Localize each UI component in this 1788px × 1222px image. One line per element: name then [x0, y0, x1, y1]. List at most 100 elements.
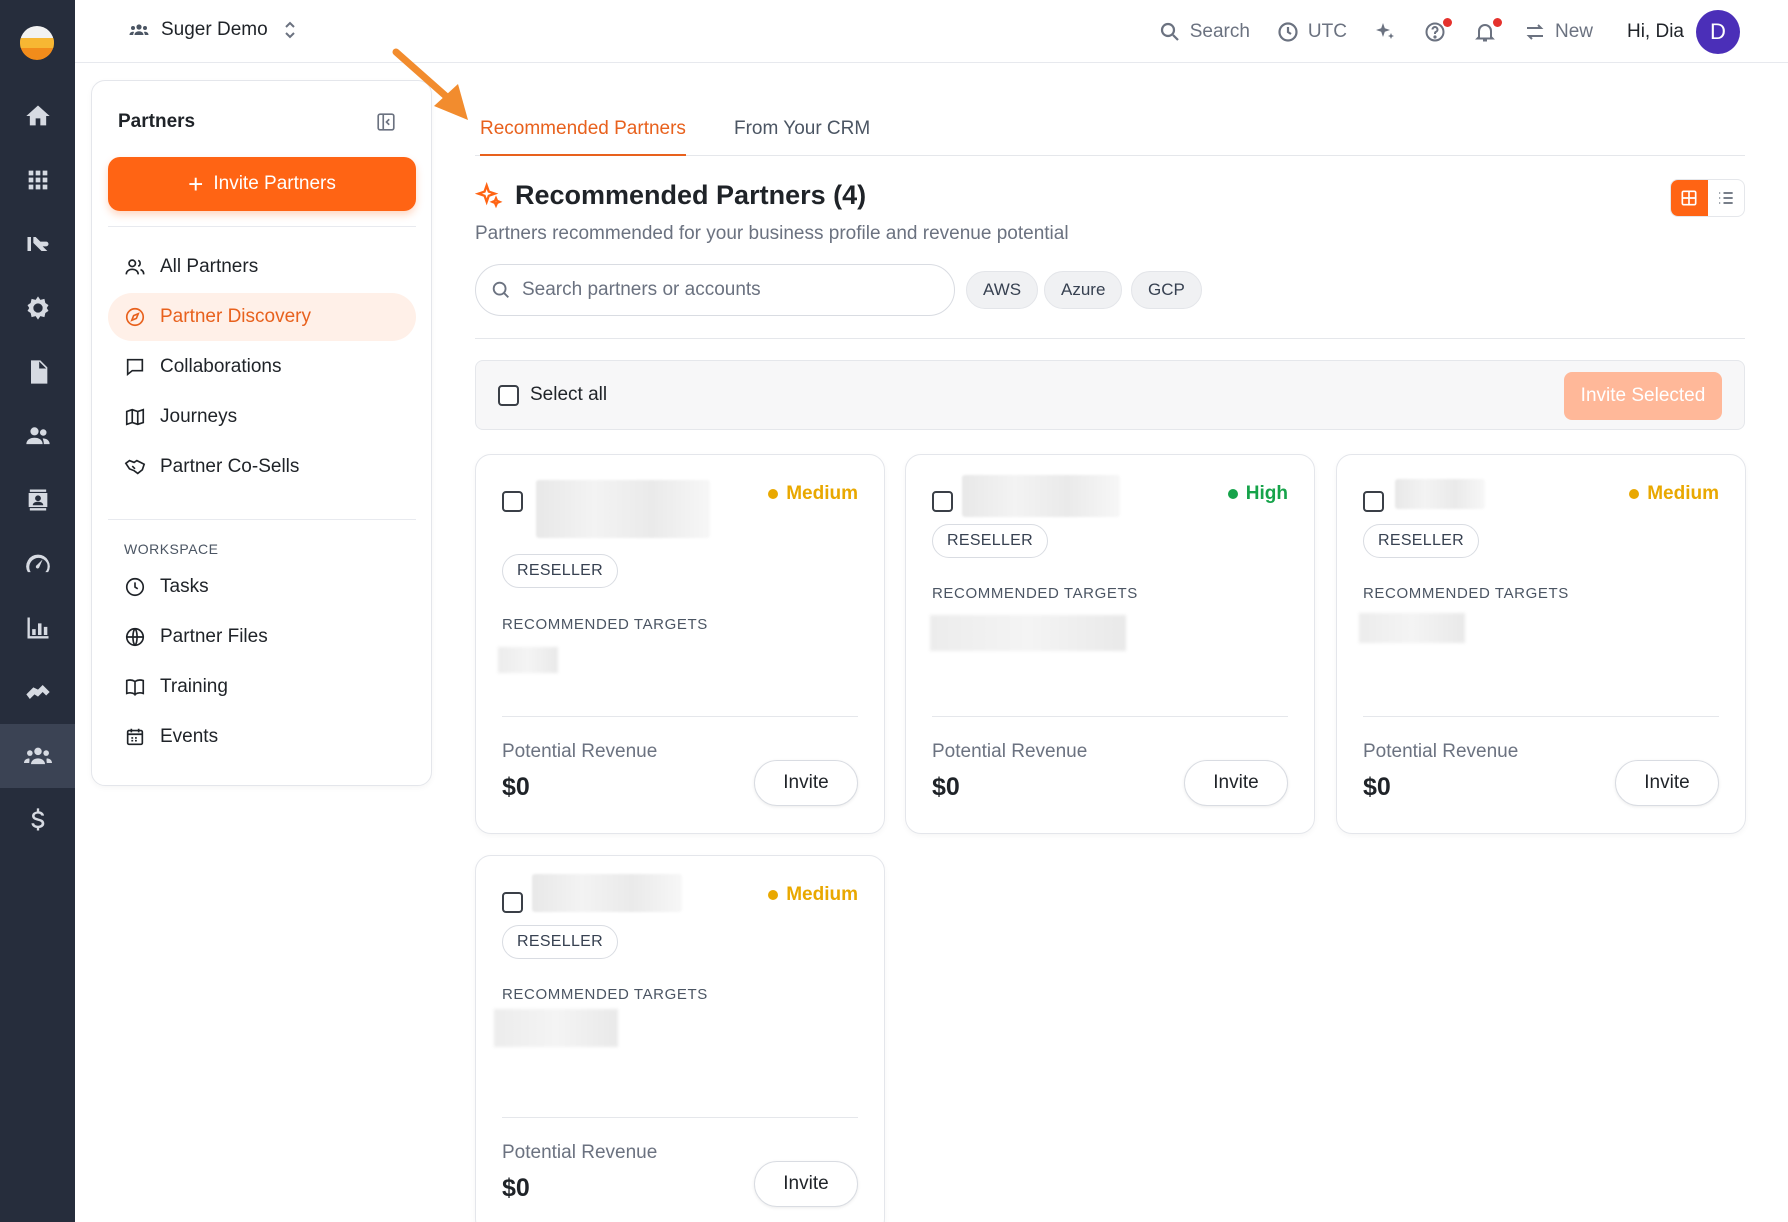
partner-type-badge: RESELLER: [1363, 524, 1479, 558]
ai-sparkle-button[interactable]: [1373, 20, 1397, 44]
recommended-targets-label: RECOMMENDED TARGETS: [932, 585, 1138, 602]
card-divider: [1363, 716, 1719, 717]
sidebar-item-label: Partner Files: [160, 626, 268, 647]
filter-chip-azure[interactable]: Azure: [1044, 271, 1123, 309]
app-logo[interactable]: [20, 26, 54, 60]
page-title-text: Recommended Partners (4): [515, 180, 867, 210]
dollar-icon[interactable]: [0, 788, 75, 852]
partner-card: High RESELLER RECOMMENDED TARGETS Potent…: [905, 454, 1315, 834]
avatar[interactable]: D: [1696, 10, 1740, 54]
notification-dot: [1492, 18, 1502, 27]
handshake-icon[interactable]: [0, 660, 75, 724]
new-button[interactable]: New: [1523, 20, 1593, 44]
filter-chip-aws[interactable]: AWS: [966, 271, 1039, 309]
potential-revenue-value: $0: [502, 773, 530, 801]
search-label: Search: [1189, 21, 1250, 42]
globe-icon: [125, 627, 145, 647]
recommended-targets-label: RECOMMENDED TARGETS: [502, 616, 708, 633]
search-input[interactable]: [522, 279, 922, 301]
partner-select-checkbox[interactable]: [502, 491, 523, 512]
priority-label: Medium: [786, 884, 858, 905]
home-icon[interactable]: [0, 84, 75, 148]
speedometer-icon[interactable]: [0, 532, 75, 596]
recommended-target: [1359, 613, 1465, 643]
filter-chip-gcp[interactable]: GCP: [1131, 271, 1202, 309]
recommended-target: [498, 647, 558, 673]
search-field[interactable]: [475, 264, 955, 316]
sidebar-item-partner-discovery[interactable]: Partner Discovery: [108, 293, 416, 341]
potential-revenue-label: Potential Revenue: [502, 1142, 658, 1163]
grid-view-button[interactable]: [1671, 180, 1708, 216]
invite-button[interactable]: Invite: [1615, 760, 1719, 806]
invite-button[interactable]: Invite: [1184, 760, 1288, 806]
apps-grid-icon[interactable]: [0, 148, 75, 212]
search-button[interactable]: Search: [1158, 20, 1250, 44]
sidebar-item-all-partners[interactable]: All Partners: [108, 243, 416, 291]
priority-label: Medium: [786, 483, 858, 504]
timezone-button[interactable]: UTC: [1276, 20, 1347, 44]
tab-recommended-partners[interactable]: Recommended Partners: [480, 118, 686, 156]
sidebar-item-label: Partner Co-Sells: [160, 456, 300, 477]
invite-selected-button[interactable]: Invite Selected: [1564, 372, 1722, 420]
priority-indicator: Medium: [768, 483, 858, 505]
sidebar-item-tasks[interactable]: Tasks: [108, 563, 416, 611]
sidebar-item-label: Training: [160, 676, 228, 697]
sidebar-item-partner-files[interactable]: Partner Files: [108, 613, 416, 661]
left-rail: [0, 0, 75, 1222]
page-subtitle: Partners recommended for your business p…: [475, 223, 1069, 244]
partner-select-checkbox[interactable]: [502, 892, 523, 913]
top-bar: Suger Demo Search UTC New Hi, Dia D: [75, 0, 1788, 63]
workspace-name: Suger Demo: [161, 19, 268, 40]
book-icon: [125, 679, 145, 696]
potential-revenue-value: $0: [1363, 773, 1391, 801]
partner-card: Medium RESELLER RECOMMENDED TARGETS Pote…: [1336, 454, 1746, 834]
partner-select-checkbox[interactable]: [932, 491, 953, 512]
recommended-target: [930, 615, 1126, 651]
people-icon[interactable]: [0, 404, 75, 468]
potential-revenue-value: $0: [932, 773, 960, 801]
view-toggle: [1670, 179, 1745, 217]
sidebar-item-label: All Partners: [160, 256, 259, 277]
tab-from-your-crm[interactable]: From Your CRM: [734, 118, 870, 154]
document-icon[interactable]: [0, 340, 75, 404]
sidebar-item-events[interactable]: Events: [108, 713, 416, 761]
sidebar-item-partner-co-sells[interactable]: Partner Co-Sells: [108, 443, 416, 491]
analytics-icon[interactable]: [0, 596, 75, 660]
select-all-label[interactable]: Select all: [530, 384, 607, 406]
sidebar-item-label: Partner Discovery: [160, 306, 311, 327]
settings-icon[interactable]: [0, 276, 75, 340]
sidebar-title: Partners: [118, 111, 196, 132]
sidebar-item-collaborations[interactable]: Collaborations: [108, 343, 416, 391]
priority-label: High: [1245, 483, 1288, 504]
partners-icon[interactable]: [0, 724, 75, 788]
clock-icon: [125, 577, 145, 597]
marketplace-icon[interactable]: [0, 212, 75, 276]
workspace-switcher[interactable]: Suger Demo: [127, 18, 302, 42]
partner-logo: [532, 874, 682, 912]
sidebar-item-journeys[interactable]: Journeys: [108, 393, 416, 441]
invite-button[interactable]: Invite: [754, 1161, 858, 1207]
potential-revenue-label: Potential Revenue: [1363, 741, 1519, 762]
user-greeting: Hi, Dia: [1626, 21, 1684, 42]
page-title: Recommended Partners (4): [475, 180, 866, 211]
users-icon: [125, 259, 145, 275]
tab-bar: Recommended Partners From Your CRM: [475, 100, 1745, 156]
select-all-checkbox[interactable]: [498, 385, 519, 406]
contacts-icon[interactable]: [0, 468, 75, 532]
invite-partners-button[interactable]: + Invite Partners: [108, 157, 416, 211]
sidebar-item-label: Journeys: [160, 406, 238, 427]
help-button[interactable]: [1423, 18, 1452, 44]
sidebar-item-training[interactable]: Training: [108, 663, 416, 711]
potential-revenue-value: $0: [502, 1174, 530, 1202]
partner-logo: [536, 480, 710, 538]
priority-indicator: Medium: [1629, 483, 1719, 505]
card-divider: [502, 1117, 858, 1118]
partner-card: Medium RESELLER RECOMMENDED TARGETS Pote…: [475, 454, 885, 834]
notifications-button[interactable]: [1473, 18, 1502, 44]
search-icon: [1160, 22, 1179, 41]
help-notification-dot: [1442, 18, 1452, 27]
partner-select-checkbox[interactable]: [1363, 491, 1384, 512]
card-divider: [502, 716, 858, 717]
invite-button[interactable]: Invite: [754, 760, 858, 806]
list-view-button[interactable]: [1708, 180, 1745, 216]
